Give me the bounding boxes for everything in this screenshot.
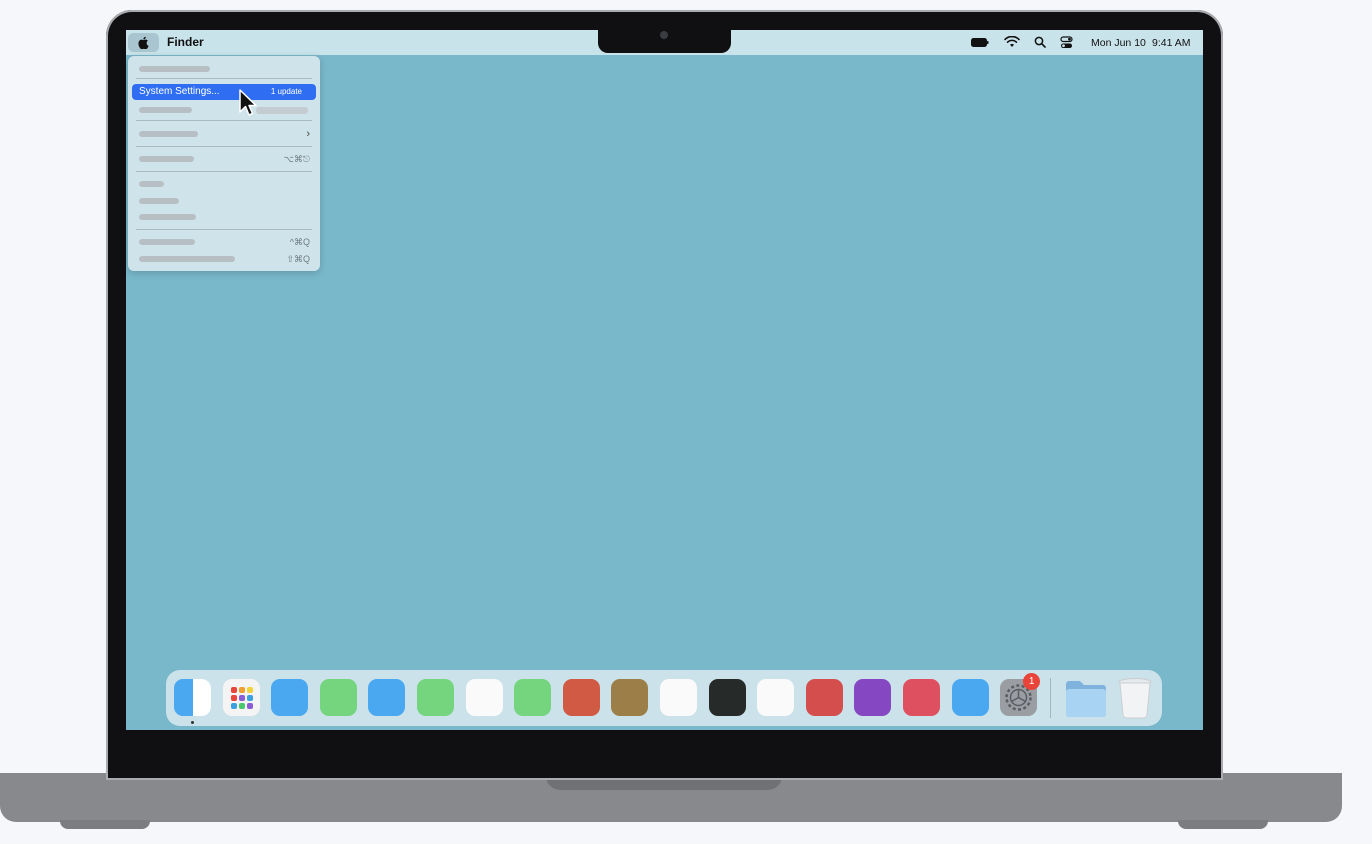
system-settings-label: System Settings... [139, 86, 220, 97]
dock: 1 [166, 670, 1162, 726]
running-indicator [191, 721, 194, 724]
apple-icon [138, 36, 149, 49]
menu-separator [136, 229, 312, 230]
menu-item-sleep-placeholder[interactable] [139, 181, 164, 187]
dock-app-icon-8[interactable] [562, 679, 600, 716]
menu-item-restart-placeholder[interactable] [139, 198, 179, 204]
battery-icon[interactable] [971, 38, 989, 47]
menu-item-force-quit-placeholder[interactable] [139, 156, 194, 162]
dock-app-icon-7[interactable] [514, 679, 552, 716]
update-badge: 1 update [270, 87, 302, 96]
dock-app-icon-10[interactable] [660, 679, 697, 716]
menu-item-recent-items-placeholder[interactable] [139, 131, 198, 137]
menubar-date[interactable]: Mon Jun 10 [1091, 37, 1146, 49]
folder-icon[interactable] [1064, 678, 1108, 718]
menu-separator [136, 171, 312, 172]
menu-separator [136, 146, 312, 147]
dock-app-icon-9[interactable] [611, 679, 649, 716]
submenu-chevron-icon: › [306, 128, 310, 140]
active-app-name[interactable]: Finder [167, 35, 204, 49]
dock-app-icon-13[interactable] [805, 679, 843, 716]
wifi-icon[interactable] [1004, 36, 1020, 48]
menu-item-about-placeholder[interactable] [139, 66, 210, 72]
dock-app-icon-2[interactable] [271, 679, 309, 716]
dock-app-icon-5[interactable] [417, 679, 454, 716]
laptop-foot-left [60, 820, 150, 829]
search-icon[interactable] [1034, 36, 1046, 48]
dock-app-icon-3[interactable] [319, 679, 357, 716]
mouse-cursor-icon [239, 89, 257, 116]
dock-app-icon-11[interactable] [708, 679, 746, 716]
dock-divider [1050, 678, 1051, 718]
menu-item-log-out-placeholder[interactable] [139, 256, 235, 262]
dock-app-icon-16[interactable] [951, 679, 989, 716]
apple-menu-button[interactable] [128, 33, 159, 52]
menu-item-shut-down-placeholder[interactable] [139, 214, 196, 220]
menu-item-app-store-placeholder[interactable] [139, 107, 192, 113]
log-out-shortcut: ⇧⌘Q [286, 254, 310, 264]
lock-screen-shortcut: ^⌘Q [289, 237, 310, 247]
settings-notification-badge: 1 [1023, 673, 1041, 690]
dock-app-icon-6[interactable] [465, 679, 503, 716]
dock-finder-icon[interactable] [174, 679, 211, 716]
menu-item-system-settings[interactable]: System Settings... 1 update [132, 84, 316, 100]
menu-item-lock-screen-placeholder[interactable] [139, 239, 195, 245]
menubar-time[interactable]: 9:41 AM [1152, 37, 1191, 49]
menu-separator [136, 78, 312, 79]
dock-app-icon-12[interactable] [757, 679, 795, 716]
camera-icon [660, 31, 668, 39]
force-quit-shortcut: ⌥⌘⎋ [283, 154, 311, 164]
control-center-icon[interactable] [1060, 36, 1073, 49]
desktop-screen[interactable]: Finder Mon Jun 10 9:41 AM System Setting… [126, 30, 1203, 730]
dock-system-settings-icon[interactable]: 1 [1000, 673, 1041, 716]
dock-launchpad-icon[interactable] [222, 679, 260, 716]
dock-app-icon-15[interactable] [903, 679, 940, 716]
apple-menu-dropdown: System Settings... 1 update › ⌥⌘⎋ ^⌘Q ⇧⌘… [128, 56, 320, 271]
dock-app-icon-14[interactable] [854, 679, 892, 716]
menu-separator [136, 120, 312, 121]
laptop-foot-right [1178, 820, 1268, 829]
trash-icon[interactable] [1117, 677, 1153, 719]
dock-app-icon-4[interactable] [368, 679, 406, 716]
menu-item-app-store-badge-placeholder [256, 107, 308, 114]
